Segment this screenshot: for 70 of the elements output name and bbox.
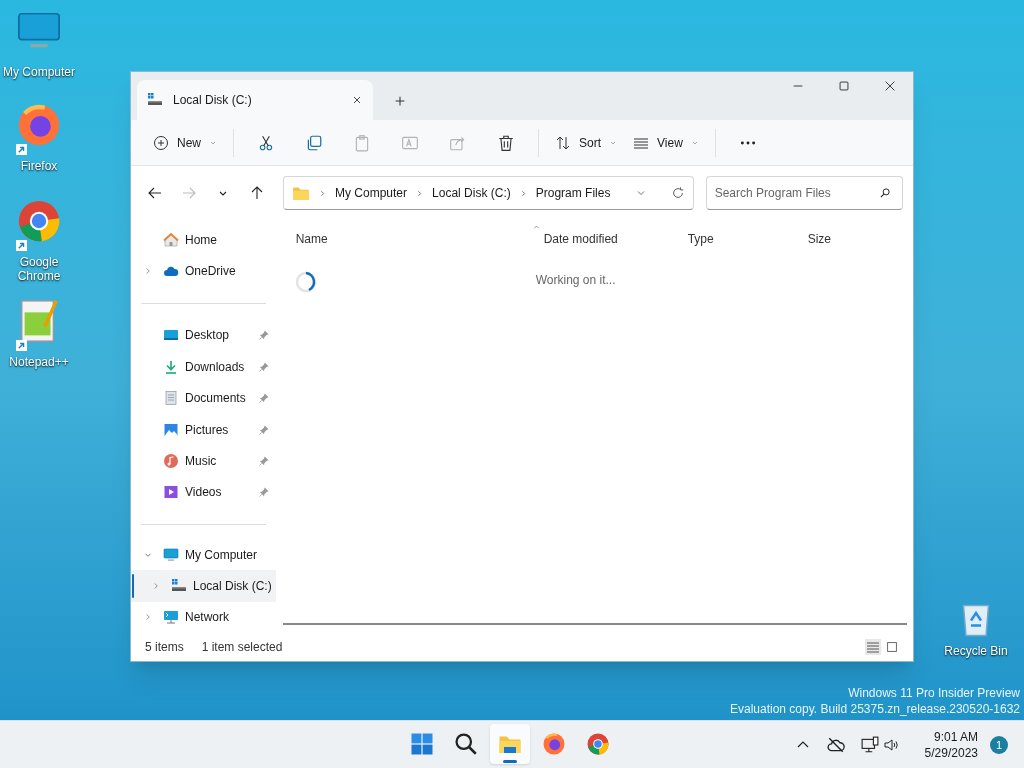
sidebar-item[interactable]: Local Disk (C:)	[131, 570, 276, 602]
house-icon	[163, 231, 179, 248]
pin-icon	[257, 329, 270, 342]
sidebar-item[interactable]: Home	[131, 224, 276, 256]
network-monitor-icon	[163, 609, 179, 626]
pin-icon	[257, 423, 270, 436]
round-logo-icon	[586, 732, 610, 756]
fox-globe-icon	[542, 732, 566, 756]
network-icon[interactable]	[860, 736, 879, 754]
status-item-count: 5 items	[145, 639, 184, 656]
plus-circle-icon	[153, 134, 169, 151]
loading-spinner-icon	[293, 270, 318, 294]
round-logo-icon[interactable]	[16, 198, 62, 244]
column-header[interactable]: Type	[687, 220, 808, 258]
search-icon[interactable]	[879, 187, 891, 199]
sidebar-item[interactable]: Videos	[131, 476, 276, 508]
sidebar-item[interactable]: Downloads	[131, 351, 276, 383]
monitor-icon	[163, 546, 179, 563]
fox-globe-icon[interactable]	[16, 102, 62, 148]
close-icon[interactable]	[351, 94, 363, 106]
search-icon	[454, 732, 478, 756]
tab[interactable]: Local Disk (C:)	[137, 80, 373, 120]
address-bar[interactable]: My Computer Local Disk (C:) Program Files	[283, 176, 694, 210]
cloud-off-icon[interactable]	[826, 736, 845, 754]
chevron-right-icon	[318, 188, 327, 198]
plus-icon[interactable]	[393, 94, 407, 108]
sidebar-item[interactable]: Pictures	[131, 413, 276, 446]
breadcrumb[interactable]: Local Disk (C:)	[432, 184, 511, 202]
video-icon	[163, 484, 179, 501]
pin-icon	[257, 392, 270, 405]
clock-date[interactable]: 5/29/2023	[924, 745, 978, 761]
column-header[interactable]: Date modified	[543, 220, 688, 258]
sidebar-item[interactable]: My Computer	[131, 538, 276, 571]
loading-text: Working on it...	[535, 271, 617, 289]
picture-icon	[163, 421, 179, 438]
drive-icon	[147, 92, 163, 108]
search-field[interactable]: Search Program Files	[705, 176, 903, 210]
tiles-view-icon[interactable]	[885, 640, 899, 654]
sidebar-item[interactable]: Network	[131, 601, 276, 634]
column-header[interactable]: Name	[295, 220, 544, 258]
breadcrumb[interactable]: Program Files	[535, 184, 611, 202]
breadcrumb[interactable]: My Computer	[335, 184, 408, 202]
sidebar-item[interactable]: Music	[131, 445, 276, 477]
folder-taskbar-button[interactable]	[490, 724, 530, 764]
speaker-icon[interactable]	[882, 737, 899, 753]
music-note-icon	[163, 452, 179, 469]
column-header[interactable]: Size	[807, 220, 908, 258]
pin-icon	[257, 454, 270, 467]
download-icon	[163, 358, 179, 375]
new-button[interactable]: New	[145, 126, 225, 159]
view-button[interactable]: View	[625, 126, 707, 159]
tab-title: Local Disk (C:)	[173, 92, 253, 109]
watermark-line: Evaluation copy. Build 25375.zn_release.230520-1632	[730, 701, 1020, 717]
sidebar-item[interactable]: OneDrive	[131, 255, 276, 287]
folder-icon	[292, 184, 310, 202]
sidebar-item[interactable]: Documents	[131, 382, 276, 414]
start-icon	[410, 732, 434, 756]
details-view-icon[interactable]	[865, 639, 881, 655]
sidebar-item[interactable]: Desktop	[131, 319, 276, 352]
pin-icon	[257, 360, 270, 373]
notification-badge[interactable]: 1	[990, 736, 1008, 754]
clock-time[interactable]: 9:01 AM	[933, 729, 978, 745]
sort-arrows-icon	[555, 134, 571, 151]
refresh-icon[interactable]	[670, 186, 685, 200]
watermark-line: Windows 11 Pro Insider Preview	[848, 685, 1020, 701]
sort-button[interactable]: Sort	[547, 126, 626, 159]
chevron-right-icon	[415, 188, 425, 198]
document-icon	[163, 390, 179, 407]
status-selection: 1 item selected	[201, 639, 284, 656]
pin-icon	[257, 486, 270, 499]
